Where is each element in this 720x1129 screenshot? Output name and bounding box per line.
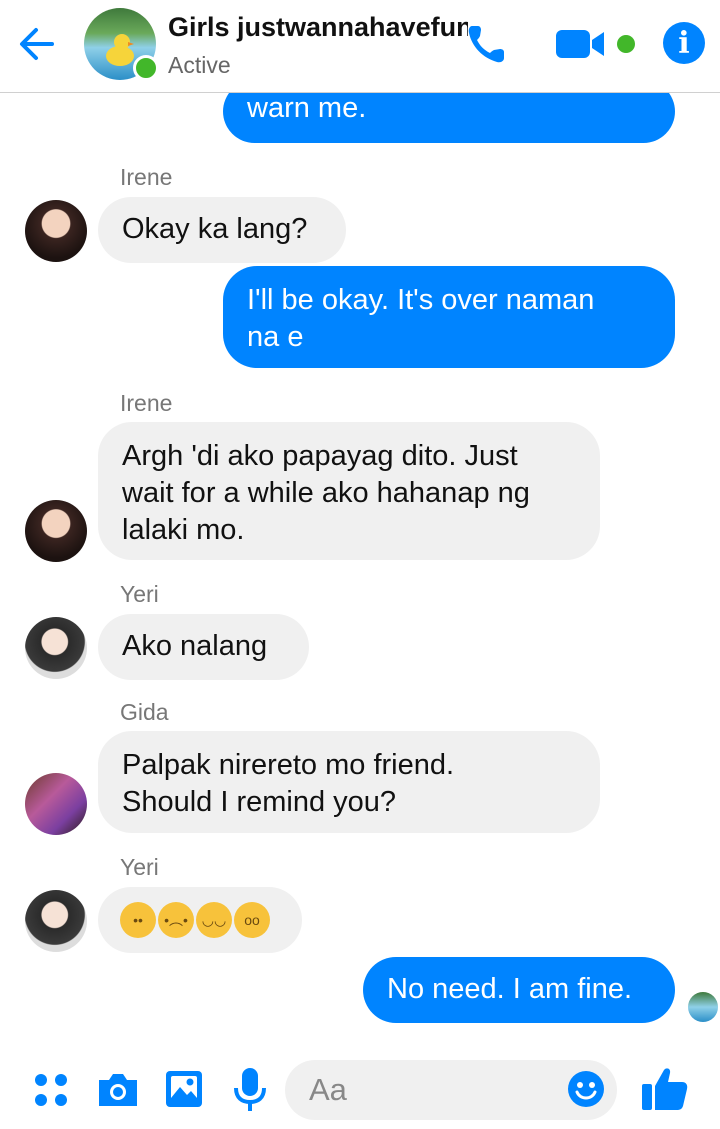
composer-bar: Aa	[0, 1046, 720, 1129]
grin-tongue-emoji-icon: ◡◡	[196, 902, 232, 939]
incoming-message[interactable]: Ako nalang	[98, 614, 309, 680]
video-active-dot	[617, 35, 635, 53]
confused-emoji-icon: •︵•	[158, 902, 194, 939]
avatar-gida[interactable]	[25, 773, 87, 835]
like-icon[interactable]	[640, 1064, 690, 1114]
gallery-icon[interactable]	[163, 1068, 205, 1110]
camera-icon[interactable]	[95, 1070, 141, 1110]
phone-icon[interactable]	[462, 20, 512, 68]
avatar-yeri[interactable]	[25, 617, 87, 679]
message-input-placeholder: Aa	[309, 1072, 347, 1107]
worried-emoji-icon: oo	[234, 902, 270, 939]
sender-name: Irene	[120, 164, 173, 190]
incoming-message[interactable]: Palpak nirereto mo friend. Should I remi…	[98, 731, 600, 833]
avatar-irene[interactable]	[25, 200, 87, 262]
outgoing-message[interactable]: I'll be okay. It's over naman na e	[223, 266, 675, 368]
emoji-row: •• •︵• ◡◡ oo	[120, 901, 272, 939]
active-status-dot	[133, 55, 159, 81]
sender-name: Yeri	[120, 581, 159, 607]
message-input[interactable]: Aa	[285, 1060, 617, 1120]
incoming-message[interactable]: Okay ka lang?	[98, 197, 346, 263]
outgoing-message[interactable]: No need. I am fine.	[363, 957, 675, 1023]
sender-name: Gida	[120, 699, 169, 725]
sender-name: Yeri	[120, 854, 159, 880]
avatar-irene[interactable]	[25, 500, 87, 562]
emoji-message[interactable]: •• •︵• ◡◡ oo	[98, 887, 302, 953]
incoming-message[interactable]: Argh 'di ako papayag dito. Just wait for…	[98, 422, 600, 560]
sender-name: Irene	[120, 390, 173, 416]
conversation-title[interactable]: Girls justwannahavefun	[168, 12, 468, 43]
back-arrow-icon[interactable]	[14, 22, 58, 66]
conversation-header: Girls justwannahavefun Active i	[0, 0, 720, 93]
video-icon[interactable]	[554, 26, 606, 62]
microphone-icon[interactable]	[230, 1066, 270, 1114]
rolling-eyes-emoji-icon: ••	[120, 902, 156, 939]
emoji-icon[interactable]	[567, 1070, 605, 1108]
avatar-yeri[interactable]	[25, 890, 87, 952]
more-apps-icon[interactable]	[33, 1072, 71, 1110]
seen-avatar	[688, 992, 718, 1022]
info-icon[interactable]: i	[663, 22, 705, 64]
active-status-text: Active	[168, 52, 231, 78]
